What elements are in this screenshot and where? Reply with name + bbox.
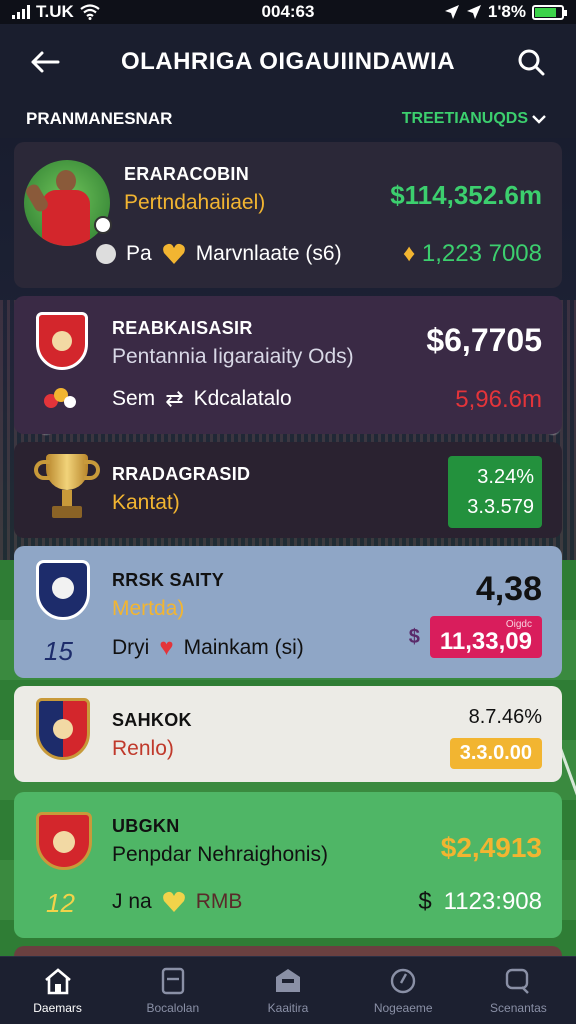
tab-label: Scenantas bbox=[490, 1000, 547, 1015]
book-icon bbox=[161, 967, 184, 994]
change-badge-label: Oigdc bbox=[505, 619, 532, 630]
meta-label: Sem bbox=[112, 387, 156, 410]
carrier-label: T.UK bbox=[36, 2, 74, 21]
archive-icon bbox=[276, 968, 300, 992]
list-item[interactable]: ERARACOBIN Pertndahaiiael) Pa Marvnlaate… bbox=[14, 142, 562, 288]
back-button[interactable] bbox=[28, 45, 62, 79]
club-league: Pentannia Iigaraiaity Ods) bbox=[112, 345, 354, 368]
shirt-number: 12 bbox=[46, 888, 75, 918]
back-arrow-icon bbox=[31, 51, 60, 73]
club-badge-small bbox=[94, 216, 112, 234]
currency-icon: $ bbox=[418, 888, 432, 915]
competition-name: RRADAGRASID bbox=[112, 464, 251, 484]
status-time: 004:63 bbox=[261, 2, 315, 21]
player-market: Marvnlaate (s6) bbox=[195, 242, 342, 265]
tab-label: Daemars bbox=[33, 1000, 82, 1015]
club-crest-icon bbox=[36, 698, 90, 760]
tab-label: Bocalolan bbox=[146, 1000, 200, 1015]
heart-icon: ♥ bbox=[159, 634, 174, 661]
compass-icon bbox=[391, 968, 416, 993]
app-header: OLAHRIGA OIGAUIINDAWIA bbox=[0, 24, 576, 100]
club-league: Penpdar Nehraighonis) bbox=[112, 843, 328, 866]
sponsor-logo-icon bbox=[44, 386, 78, 414]
club-country: Mertda) bbox=[112, 597, 185, 620]
chevron-down-icon bbox=[532, 115, 546, 124]
club-name: RRSK SAITY bbox=[112, 570, 225, 590]
rank-icon bbox=[96, 244, 116, 264]
list-item[interactable]: 12 UBGKN Penpdar Nehraighonis) J na RMB … bbox=[14, 792, 562, 938]
shirt-number: 15 bbox=[44, 636, 73, 666]
cellular-signal-icon bbox=[12, 5, 30, 19]
market-value: 4,38 bbox=[475, 570, 542, 608]
list-item[interactable]: REABKAISASIR Pentannia Iigaraiaity Ods) … bbox=[14, 296, 562, 434]
player-name: ERARACOBIN bbox=[124, 164, 250, 184]
percent-badge: 3.24% 3.3.579 bbox=[448, 456, 542, 528]
bottom-navigation: Daemars Bocalolan Kaaitira Nogeaeme Scen… bbox=[0, 956, 576, 1024]
club-market: Mainkam (si) bbox=[183, 636, 304, 659]
heart-icon bbox=[162, 243, 185, 264]
club-name: UBGKN bbox=[112, 816, 180, 836]
tab-compass[interactable]: Nogeaeme bbox=[346, 957, 461, 1024]
tab-chat[interactable]: Scenantas bbox=[461, 957, 576, 1024]
club-crest-icon bbox=[36, 312, 88, 370]
search-icon bbox=[518, 49, 545, 76]
market-value: $2,4913 bbox=[440, 832, 542, 863]
tab-book[interactable]: Bocalolan bbox=[115, 957, 230, 1024]
meta-label: Pa bbox=[126, 242, 152, 265]
club-currency: RMB bbox=[195, 890, 243, 913]
tab-label: Kaaitira bbox=[267, 1000, 309, 1015]
competition-type: Kantat) bbox=[112, 491, 180, 514]
section-title: PRANMANESNAR bbox=[26, 109, 173, 128]
club-crest-icon bbox=[36, 560, 90, 620]
value-change: 1123:908 bbox=[443, 888, 542, 915]
section-header: PRANMANESNAR TREETIANUQDS bbox=[0, 100, 576, 138]
meta-label: J na bbox=[112, 890, 152, 913]
battery-icon bbox=[532, 4, 567, 20]
meta-label: Dryi bbox=[112, 636, 150, 659]
club-crest-icon bbox=[36, 812, 92, 870]
currency-icon: $ bbox=[408, 625, 420, 648]
wifi-icon bbox=[80, 4, 100, 20]
tab-archive[interactable]: Kaaitira bbox=[230, 957, 345, 1024]
value-change: 3.3.0.00 bbox=[449, 738, 542, 769]
club-name: SAHKOK bbox=[112, 710, 192, 730]
player-position: Pertndahaiiael) bbox=[124, 191, 266, 214]
value-change: 11,33,09 bbox=[439, 628, 532, 655]
club-location: Kdcalatalo bbox=[193, 387, 292, 410]
value-change: 1,223 7008 bbox=[421, 240, 542, 267]
battery-percent: 1'8% bbox=[487, 2, 526, 21]
heart-icon bbox=[162, 891, 185, 912]
page-title: OLAHRIGA OIGAUIINDAWIA bbox=[120, 48, 456, 75]
list-item[interactable]: RRADAGRASID Kantat) 3.24% 3.3.579 bbox=[14, 442, 562, 538]
club-city: Renlo) bbox=[112, 737, 174, 760]
location-arrow-icon bbox=[444, 5, 459, 19]
change-badge: Oigdc 11,33,09 bbox=[429, 616, 542, 658]
market-value: $6,7705 bbox=[426, 322, 542, 358]
list-item[interactable]: SAHKOK Renlo) 8.7.46% 3.3.0.00 bbox=[14, 686, 562, 782]
percent-value: 3.24% bbox=[477, 466, 534, 488]
market-value: $114,352.6m bbox=[390, 180, 542, 210]
search-button[interactable] bbox=[514, 45, 548, 79]
home-icon bbox=[44, 967, 71, 994]
value-change: 5,96.6m bbox=[455, 386, 542, 413]
status-bar: T.UK 004:63 1'8% bbox=[0, 0, 576, 24]
value-change-row: $ Oigdc 11,33,09 bbox=[409, 616, 542, 658]
chat-icon bbox=[506, 968, 530, 994]
sort-filter-label: TREETIANUQDS bbox=[401, 110, 528, 127]
trend-up-icon: ♦ bbox=[402, 240, 416, 267]
tab-label: Nogeaeme bbox=[373, 1000, 433, 1015]
percent-value: 8.7.46% bbox=[468, 706, 542, 728]
value-change: 3.3.579 bbox=[467, 496, 534, 518]
list-item[interactable]: 15 RRSK SAITY Mertda) Dryi ♥ Mainkam (si… bbox=[14, 546, 562, 678]
trophy-icon bbox=[32, 454, 102, 524]
swap-icon: ⇄ bbox=[165, 386, 184, 411]
location-arrow-icon-2 bbox=[466, 5, 481, 19]
value-change-row: $ 1123:908 bbox=[418, 888, 542, 916]
sort-filter-dropdown[interactable]: TREETIANUQDS bbox=[402, 110, 546, 128]
club-name: REABKAISASIR bbox=[112, 318, 253, 338]
value-change-row: ♦ 1,223 7008 bbox=[403, 240, 542, 268]
tab-home[interactable]: Daemars bbox=[0, 957, 115, 1024]
player-avatar bbox=[24, 160, 110, 246]
